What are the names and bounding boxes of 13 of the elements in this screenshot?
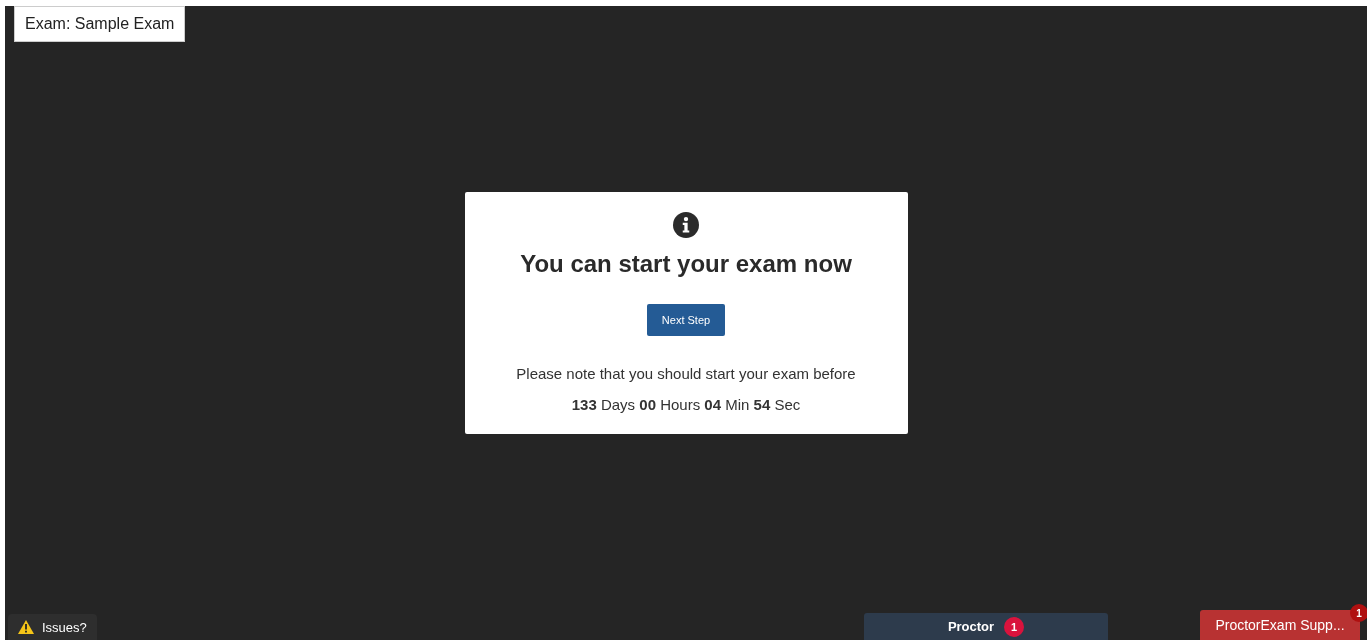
issues-label: Issues? — [42, 619, 87, 635]
count-badge: 1 — [1350, 604, 1367, 622]
dialog-title: You can start your exam now — [520, 250, 852, 278]
note-text: Please note that you should start your exam before — [516, 365, 856, 382]
exam-title: Exam: Sample Exam — [14, 6, 186, 42]
info-icon — [673, 212, 699, 238]
countdown-text: 133 Days 00 Hours 04 Min 54 Sec — [571, 396, 801, 413]
count-badge: 1 — [1004, 616, 1025, 637]
next-step-button[interactable]: Next Step — [646, 304, 726, 336]
warning-icon — [18, 620, 34, 634]
proctor-tab[interactable]: Proctor 1 — [864, 613, 1108, 640]
issues-button[interactable]: Issues? — [8, 614, 97, 640]
proctor-label: Proctor — [947, 619, 995, 634]
